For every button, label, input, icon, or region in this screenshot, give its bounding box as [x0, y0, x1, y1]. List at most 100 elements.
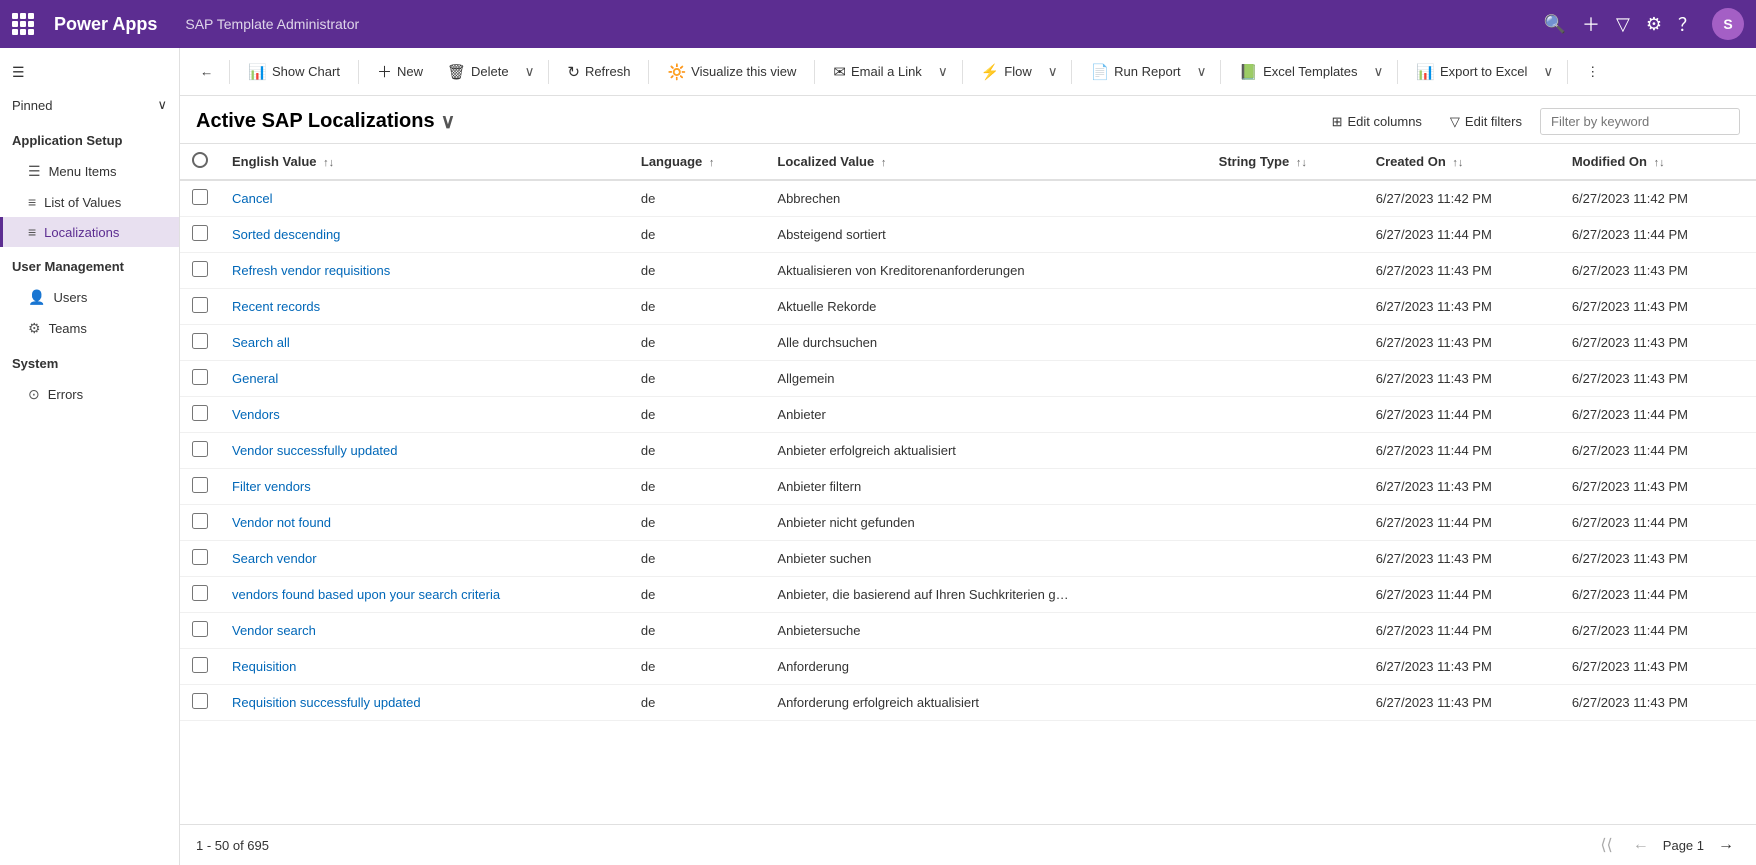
prev-page-btn[interactable]: ←: [1627, 834, 1655, 856]
email-icon: ✉: [833, 63, 846, 81]
english-value-link[interactable]: Requisition successfully updated: [232, 695, 421, 710]
sidebar-section-app-setup-header[interactable]: Application Setup: [0, 125, 179, 156]
row-checkbox[interactable]: [192, 297, 208, 313]
row-checkbox[interactable]: [192, 261, 208, 277]
users-icon: 👤: [28, 289, 45, 306]
modified-on-cell: 6/27/2023 11:44 PM: [1560, 577, 1756, 613]
row-checkbox[interactable]: [192, 477, 208, 493]
pinned-label: Pinned: [12, 98, 52, 113]
row-checkbox[interactable]: [192, 333, 208, 349]
more-options-button[interactable]: ⋮: [1576, 59, 1609, 85]
english-value-link[interactable]: Vendor successfully updated: [232, 443, 398, 458]
show-chart-button[interactable]: 📊 Show Chart: [238, 58, 350, 86]
row-checkbox-cell: [180, 649, 220, 685]
settings-icon[interactable]: ⚙: [1646, 14, 1662, 35]
row-checkbox[interactable]: [192, 441, 208, 457]
english-value-link[interactable]: Search all: [232, 335, 290, 350]
export-excel-button[interactable]: 📊 Export to Excel: [1406, 58, 1537, 86]
delete-button-group: 🗑 Delete ∨: [437, 58, 540, 86]
created-on-cell: 6/27/2023 11:43 PM: [1364, 541, 1560, 577]
row-checkbox[interactable]: [192, 513, 208, 529]
english-value-link[interactable]: Cancel: [232, 191, 272, 206]
help-icon[interactable]: ？: [1678, 11, 1696, 37]
delete-dropdown-arrow[interactable]: ∨: [519, 59, 541, 85]
first-page-btn[interactable]: ⟨⟨: [1594, 833, 1618, 857]
english-value-link[interactable]: Recent records: [232, 299, 320, 314]
excel-templates-button[interactable]: 📗 Excel Templates: [1229, 58, 1367, 86]
string-type-cell: [1207, 649, 1364, 685]
english-value-link[interactable]: Sorted descending: [232, 227, 340, 242]
language-sort-icon: ↑: [709, 157, 715, 169]
row-checkbox[interactable]: [192, 621, 208, 637]
col-string-type[interactable]: String Type ↑↓: [1207, 144, 1364, 180]
row-checkbox[interactable]: [192, 585, 208, 601]
edit-filters-button[interactable]: ▽ Edit filters: [1440, 109, 1532, 135]
sidebar-item-menu-items[interactable]: ☰ Menu Items: [0, 156, 179, 187]
col-modified-on[interactable]: Modified On ↑↓: [1560, 144, 1756, 180]
view-header-actions: ⊞ Edit columns ▽ Edit filters: [1322, 108, 1740, 135]
english-value-link[interactable]: Requisition: [232, 659, 296, 674]
new-button[interactable]: ＋ New: [367, 56, 433, 87]
col-english-value[interactable]: English Value ↑↓: [220, 144, 629, 180]
col-localized-value[interactable]: Localized Value ↑: [765, 144, 1206, 180]
filter-icon[interactable]: ▽: [1616, 14, 1630, 35]
row-checkbox[interactable]: [192, 549, 208, 565]
content-area: ☰ Pinned ∨ Application Setup ☰ Menu Item…: [0, 48, 1756, 865]
visualize-button[interactable]: 🔆 Visualize this view: [657, 58, 806, 86]
english-value-link[interactable]: Refresh vendor requisitions: [232, 263, 390, 278]
grid-menu-btn[interactable]: [12, 13, 34, 35]
flow-dropdown-arrow[interactable]: ∨: [1042, 59, 1064, 85]
search-icon[interactable]: 🔍: [1544, 14, 1566, 35]
sidebar-item-teams[interactable]: ⚙ Teams: [0, 313, 179, 344]
excel-templates-dropdown-arrow[interactable]: ∨: [1368, 59, 1390, 85]
refresh-button[interactable]: ↻ Refresh: [557, 58, 640, 86]
sidebar-item-localizations[interactable]: ≡ Localizations: [0, 217, 179, 247]
col-created-on[interactable]: Created On ↑↓: [1364, 144, 1560, 180]
add-icon[interactable]: ＋: [1582, 11, 1600, 37]
sidebar-section-user-mgmt-header[interactable]: User Management: [0, 251, 179, 282]
string-type-cell: [1207, 325, 1364, 361]
edit-columns-button[interactable]: ⊞ Edit columns: [1322, 109, 1432, 135]
run-report-button[interactable]: 📄 Run Report: [1080, 58, 1190, 86]
back-button[interactable]: ←: [192, 59, 221, 84]
run-report-dropdown-arrow[interactable]: ∨: [1191, 59, 1213, 85]
localized-value-cell: Aktualisieren von Kreditorenanforderunge…: [765, 253, 1206, 289]
modified-on-cell: 6/27/2023 11:44 PM: [1560, 505, 1756, 541]
row-checkbox[interactable]: [192, 405, 208, 421]
row-checkbox[interactable]: [192, 189, 208, 205]
row-checkbox[interactable]: [192, 693, 208, 709]
select-all-checkbox[interactable]: [192, 152, 208, 168]
table-row: Vendors de Anbieter 6/27/2023 11:44 PM 6…: [180, 397, 1756, 433]
sidebar: ☰ Pinned ∨ Application Setup ☰ Menu Item…: [0, 48, 180, 865]
english-value-link[interactable]: Search vendor: [232, 551, 317, 566]
english-value-link[interactable]: vendors found based upon your search cri…: [232, 587, 500, 602]
filter-keyword-input[interactable]: [1540, 108, 1740, 135]
delete-button[interactable]: 🗑 Delete: [437, 58, 519, 86]
row-checkbox[interactable]: [192, 657, 208, 673]
email-link-button[interactable]: ✉ Email a Link: [823, 58, 931, 86]
modified-on-cell: 6/27/2023 11:43 PM: [1560, 541, 1756, 577]
row-checkbox[interactable]: [192, 225, 208, 241]
sidebar-item-users[interactable]: 👤 Users: [0, 282, 179, 313]
export-excel-dropdown-arrow[interactable]: ∨: [1537, 59, 1559, 85]
english-value-link[interactable]: Vendors: [232, 407, 280, 422]
sidebar-section-system-header[interactable]: System: [0, 348, 179, 379]
col-language[interactable]: Language ↑: [629, 144, 766, 180]
localized-value-cell: Abbrechen: [765, 180, 1206, 217]
created-on-cell: 6/27/2023 11:43 PM: [1364, 649, 1560, 685]
sidebar-item-list-of-values[interactable]: ≡ List of Values: [0, 187, 179, 217]
row-checkbox-cell: [180, 469, 220, 505]
row-checkbox[interactable]: [192, 369, 208, 385]
sidebar-collapse-btn[interactable]: ☰: [0, 56, 179, 89]
sidebar-pinned[interactable]: Pinned ∨: [0, 89, 179, 121]
english-value-link[interactable]: General: [232, 371, 278, 386]
english-value-link[interactable]: Vendor not found: [232, 515, 331, 530]
email-link-dropdown-arrow[interactable]: ∨: [932, 59, 954, 85]
next-page-btn[interactable]: →: [1712, 834, 1740, 856]
avatar[interactable]: S: [1712, 8, 1744, 40]
flow-button[interactable]: ⚡ Flow: [971, 58, 1042, 86]
english-value-link[interactable]: Vendor search: [232, 623, 316, 638]
sidebar-item-errors[interactable]: ⊙ Errors: [0, 379, 179, 410]
view-title-dropdown-icon[interactable]: ∨: [441, 109, 456, 134]
english-value-link[interactable]: Filter vendors: [232, 479, 311, 494]
